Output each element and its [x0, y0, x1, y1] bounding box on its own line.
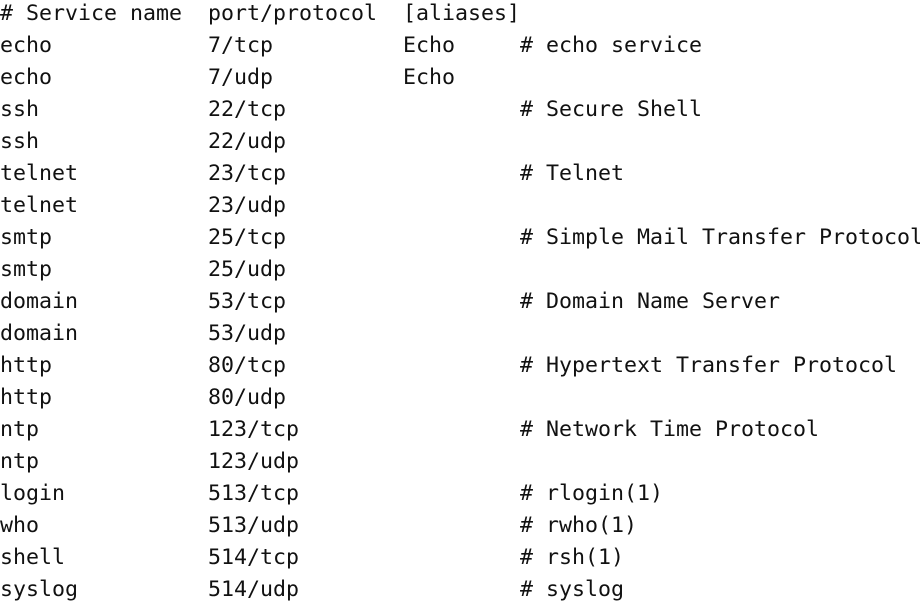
comment: # syslog: [520, 577, 625, 602]
service-name: smtp: [0, 257, 53, 282]
port-protocol: 22/udp: [208, 129, 287, 154]
service-name: telnet: [0, 161, 79, 186]
port-protocol: 23/udp: [208, 193, 287, 218]
comment: # Telnet: [520, 161, 625, 186]
header-row: # Service name port/protocol [aliases]: [0, 0, 920, 30]
service-entry-row: syslog 514/udp # syslog: [0, 574, 920, 606]
service-entry-row: http 80/tcp # Hypertext Transfer Protocol: [0, 350, 920, 382]
service-entry-row: domain 53/tcp # Domain Name Server: [0, 286, 920, 318]
port-protocol: 513/tcp: [208, 481, 300, 506]
port-protocol: 80/udp: [208, 385, 287, 410]
service-name: syslog: [0, 577, 79, 602]
comment: # echo service: [520, 33, 703, 58]
service-name: smtp: [0, 225, 53, 250]
service-entry-row: telnet 23/tcp # Telnet: [0, 158, 920, 190]
aliases: Echo: [403, 65, 456, 90]
port-protocol: 123/udp: [208, 449, 300, 474]
comment: # rsh(1): [520, 545, 625, 570]
comment: # Secure Shell: [520, 97, 703, 122]
service-entry-row: echo 7/udp Echo: [0, 62, 920, 94]
port-protocol: 25/udp: [208, 257, 287, 282]
service-name: who: [0, 513, 40, 538]
comment: # Domain Name Server: [520, 289, 781, 314]
port-protocol: 80/tcp: [208, 353, 287, 378]
comment: # rwho(1): [520, 513, 638, 538]
comment: # Network Time Protocol: [520, 417, 820, 442]
port-protocol: 22/tcp: [208, 97, 287, 122]
service-entry-row: who 513/udp # rwho(1): [0, 510, 920, 542]
aliases: Echo: [403, 33, 456, 58]
service-name: shell: [0, 545, 66, 570]
port-protocol: 53/udp: [208, 321, 287, 346]
service-entry-row: shell 514/tcp # rsh(1): [0, 542, 920, 574]
service-name: http: [0, 385, 53, 410]
comment: # Simple Mail Transfer Protocol: [520, 225, 920, 250]
service-name: login: [0, 481, 66, 506]
port-protocol: 513/udp: [208, 513, 300, 538]
port-protocol: 7/udp: [208, 65, 274, 90]
service-entry-row: ntp 123/tcp # Network Time Protocol: [0, 414, 920, 446]
header-service-name: # Service name: [0, 1, 183, 26]
service-name: domain: [0, 289, 79, 314]
service-name: http: [0, 353, 53, 378]
service-name: ssh: [0, 97, 40, 122]
service-entry-row: smtp 25/tcp # Simple Mail Transfer Protoco…: [0, 222, 920, 254]
port-protocol: 123/tcp: [208, 417, 300, 442]
header-aliases: [aliases]: [403, 1, 521, 26]
port-protocol: 53/tcp: [208, 289, 287, 314]
service-entry-row: ssh 22/udp: [0, 126, 920, 158]
port-protocol: 514/udp: [208, 577, 300, 602]
port-protocol: 514/tcp: [208, 545, 300, 570]
service-entry-row: smtp 25/udp: [0, 254, 920, 286]
service-name: domain: [0, 321, 79, 346]
service-name: ntp: [0, 449, 40, 474]
services-listing: # Service name port/protocol [aliases] e…: [0, 0, 920, 606]
service-name: echo: [0, 33, 53, 58]
service-entry-row: echo 7/tcp Echo # echo service: [0, 30, 920, 62]
header-port-protocol: port/protocol: [208, 1, 378, 26]
port-protocol: 7/tcp: [208, 33, 274, 58]
comment: # rlogin(1): [520, 481, 664, 506]
service-name: telnet: [0, 193, 79, 218]
service-entry-row: ssh 22/tcp # Secure Shell: [0, 94, 920, 126]
service-entry-row: http 80/udp: [0, 382, 920, 414]
service-entry-row: login 513/tcp # rlogin(1): [0, 478, 920, 510]
comment: # Hypertext Transfer Protocol: [520, 353, 898, 378]
port-protocol: 23/tcp: [208, 161, 287, 186]
service-entry-row: domain 53/udp: [0, 318, 920, 350]
port-protocol: 25/tcp: [208, 225, 287, 250]
service-entry-row: ntp 123/udp: [0, 446, 920, 478]
service-name: ssh: [0, 129, 40, 154]
service-name: ntp: [0, 417, 40, 442]
service-entry-row: telnet 23/udp: [0, 190, 920, 222]
service-name: echo: [0, 65, 53, 90]
